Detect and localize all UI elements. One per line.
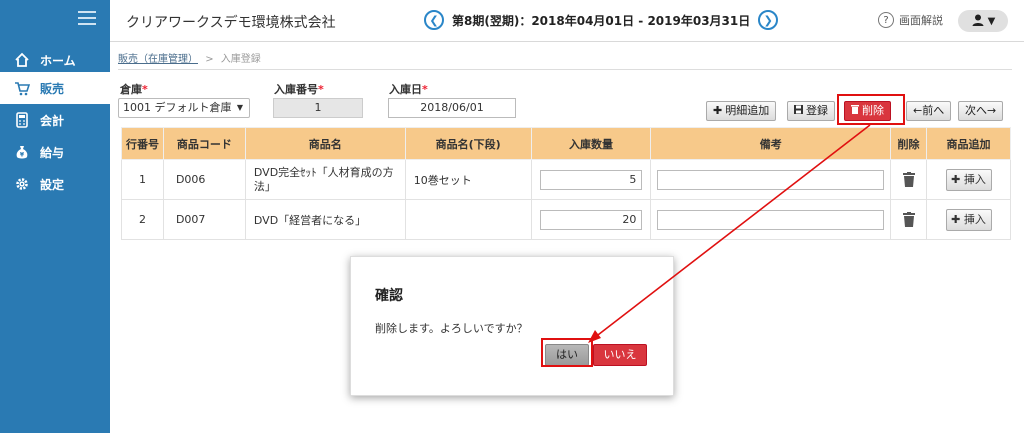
- sidebar: ホーム 販売 会計 ¥ 給与 設定: [0, 0, 110, 433]
- money-bag-icon: ¥: [14, 144, 30, 160]
- register-button[interactable]: 登録: [787, 101, 835, 121]
- header: クリアワークスデモ環境株式会社 ❮ 第8期(翌期)：2018年04月01日 - …: [110, 0, 1024, 42]
- col-line-no: 行番号: [121, 127, 164, 160]
- dialog-title: 確認: [375, 288, 403, 304]
- col-add-product: 商品追加: [926, 127, 1011, 160]
- warehouse-select[interactable]: 1001 デフォルト倉庫 ▼: [118, 98, 250, 118]
- user-menu-button[interactable]: ▼: [958, 10, 1008, 32]
- next-period-button[interactable]: ❯: [758, 10, 779, 30]
- home-icon: [14, 52, 30, 68]
- breadcrumb-current: 入庫登録: [220, 54, 261, 65]
- product-name: DVD完全ｾｯﾄ「人材育成の方法」: [244, 159, 406, 200]
- plus-icon: ✚: [951, 212, 961, 226]
- add-line-button[interactable]: ✚ 明細追加: [706, 101, 777, 121]
- table-row: 2 D007 DVD「経営者になる」 20 ✚ 挿入: [121, 199, 1011, 240]
- trash-icon[interactable]: [891, 212, 926, 227]
- sidebar-item-settings[interactable]: 設定: [0, 168, 110, 200]
- prev-period-button[interactable]: ❮: [424, 10, 444, 30]
- sidebar-item-label: 設定: [40, 177, 65, 192]
- calculator-icon: [14, 112, 30, 128]
- warehouse-label: 倉庫*: [120, 83, 148, 96]
- confirm-no-button[interactable]: いいえ: [593, 344, 647, 366]
- receipt-date-field[interactable]: 2018/06/01: [388, 98, 516, 118]
- save-icon: [794, 102, 803, 120]
- receipt-lines-table: 行番号 商品コード 商品名 商品名(下段) 入庫数量 備考 削除 商品追加 1 …: [121, 127, 1011, 240]
- plus-icon: ✚: [951, 172, 961, 186]
- insert-button[interactable]: ✚ 挿入: [945, 208, 992, 231]
- product-code: D006: [162, 159, 246, 200]
- help-link[interactable]: ? 画面解説: [878, 12, 943, 28]
- quantity-input[interactable]: 5: [539, 169, 643, 190]
- col-memo: 備考: [650, 127, 892, 160]
- table-row: 1 D006 DVD完全ｾｯﾄ「人材育成の方法」 10巻セット 5 ✚ 挿入: [121, 159, 1011, 200]
- delete-annotation-box: [837, 94, 905, 125]
- receipt-date-label: 入庫日*: [389, 83, 428, 96]
- col-delete: 削除: [890, 127, 927, 160]
- question-icon: ?: [878, 12, 894, 28]
- gear-icon: [14, 176, 30, 192]
- breadcrumb: 販売（在庫管理） > 入庫登録: [118, 50, 261, 65]
- yes-annotation-box: [541, 338, 593, 367]
- help-label: 画面解説: [899, 14, 943, 27]
- divider: [118, 69, 1012, 70]
- product-name: DVD「経営者になる」: [244, 199, 406, 240]
- period-label: 第8期(翌期)：2018年04月01日 - 2019年03月31日: [452, 13, 751, 28]
- sidebar-item-sales[interactable]: 販売: [0, 72, 110, 104]
- fiscal-period: ❮ 第8期(翌期)：2018年04月01日 - 2019年03月31日 ❯: [424, 10, 779, 30]
- prev-record-button[interactable]: ←前へ: [906, 101, 952, 121]
- col-product-code: 商品コード: [162, 127, 246, 160]
- user-icon: [971, 13, 985, 30]
- company-name: クリアワークスデモ環境株式会社: [126, 15, 336, 31]
- chevron-down-icon: ▼: [987, 15, 996, 27]
- col-product-subname: 商品名(下段): [404, 127, 532, 160]
- sidebar-item-accounting[interactable]: 会計: [0, 104, 110, 136]
- sidebar-item-payroll[interactable]: ¥ 給与: [0, 136, 110, 168]
- memo-input[interactable]: [657, 169, 885, 190]
- col-product-name: 商品名: [244, 127, 406, 160]
- breadcrumb-separator: >: [205, 54, 214, 65]
- product-subname: [404, 199, 532, 240]
- cart-icon: [14, 80, 30, 96]
- sidebar-item-label: 給与: [40, 145, 65, 160]
- sidebar-item-label: 販売: [40, 81, 65, 96]
- next-record-button[interactable]: 次へ→: [958, 101, 1004, 121]
- dialog-message: 削除します。よろしいですか？: [375, 322, 528, 335]
- plus-icon: ✚: [713, 104, 723, 117]
- line-number: 2: [121, 199, 164, 240]
- col-quantity: 入庫数量: [530, 127, 652, 160]
- line-number: 1: [121, 159, 164, 200]
- sidebar-item-label: ホーム: [40, 53, 76, 68]
- chevron-down-icon: ▼: [236, 103, 243, 112]
- confirm-dialog: 確認 削除します。よろしいですか？ はい いいえ: [350, 256, 674, 396]
- quantity-input[interactable]: 20: [539, 209, 643, 230]
- product-subname: 10巻セット: [404, 159, 532, 200]
- table-header-row: 行番号 商品コード 商品名 商品名(下段) 入庫数量 備考 削除 商品追加: [121, 127, 1011, 160]
- trash-icon[interactable]: [891, 172, 926, 187]
- product-code: D007: [162, 199, 246, 240]
- receipt-number-field: 1: [273, 98, 363, 118]
- breadcrumb-parent[interactable]: 販売（在庫管理）: [118, 54, 198, 65]
- sidebar-item-label: 会計: [40, 113, 65, 128]
- insert-button[interactable]: ✚ 挿入: [945, 168, 992, 191]
- memo-input[interactable]: [657, 209, 885, 230]
- menu-icon[interactable]: [78, 11, 96, 25]
- receipt-number-label: 入庫番号*: [274, 83, 324, 96]
